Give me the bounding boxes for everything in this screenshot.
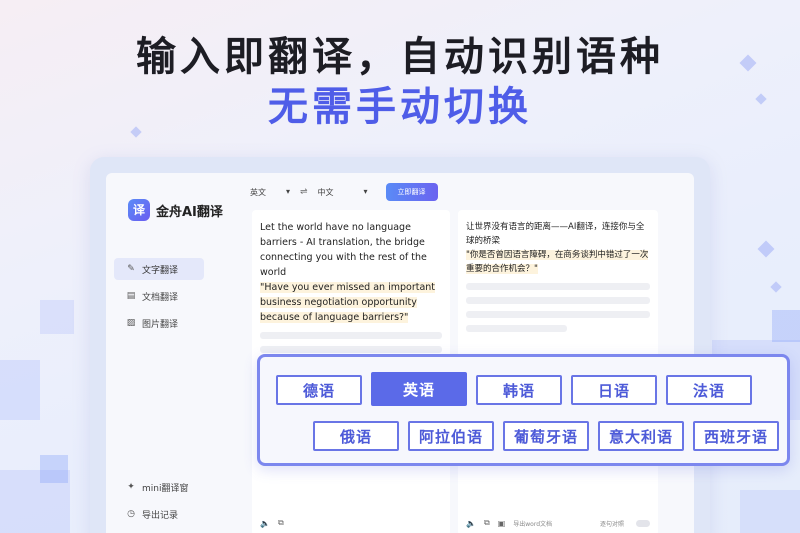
target-text: 让世界没有语言的距离——AI翻译，连接你与全球的桥梁 "你是否曾因语言障碍，在商…	[466, 220, 650, 276]
target-text-plain: 让世界没有语言的距离——AI翻译，连接你与全球的桥梁	[466, 222, 645, 246]
app-window: 译 金舟AI翻译 ✎ 文字翻译 ▤ 文档翻译 ▨ 图片翻译 ✦ mini翻译窗 …	[90, 157, 710, 533]
language-option-italian[interactable]: 意大利语	[598, 421, 684, 451]
image-icon: ▨	[126, 318, 136, 328]
decor-square	[772, 310, 800, 342]
target-text-highlight: "你是否曾因语言障碍，在商务谈判中错过了一次重要的合作机会？"	[466, 250, 649, 274]
source-pane-footer: 🔈 ⧉	[260, 518, 442, 528]
target-language-select[interactable]: 中文 ▾	[318, 187, 368, 198]
speaker-icon[interactable]: 🔈	[260, 519, 270, 528]
sidebar-item-mini-window[interactable]: ✦ mini翻译窗	[114, 476, 204, 498]
text-placeholder-line	[466, 283, 650, 290]
language-option-french[interactable]: 法语	[666, 375, 752, 405]
sidebar-item-text-translate[interactable]: ✎ 文字翻译	[114, 258, 204, 280]
sidebar: 译 金舟AI翻译 ✎ 文字翻译 ▤ 文档翻译 ▨ 图片翻译 ✦ mini翻译窗 …	[106, 173, 236, 533]
sentence-compare-toggle[interactable]	[636, 519, 650, 527]
mini-window-icon: ✦	[127, 482, 135, 492]
language-option-japanese[interactable]: 日语	[571, 375, 657, 405]
sidebar-item-label: 导出记录	[142, 510, 179, 521]
sidebar-item-label: 文档翻译	[142, 292, 179, 303]
translate-toolbar: 英文 ▾ ⇌ 中文 ▾ 立即翻译	[240, 181, 664, 203]
word-document-icon: ▣	[497, 518, 506, 528]
copy-icon[interactable]: ⧉	[278, 518, 284, 528]
sidebar-item-image-translate[interactable]: ▨ 图片翻译	[114, 312, 204, 334]
language-option-korean[interactable]: 韩语	[476, 375, 562, 405]
history-icon: ◷	[127, 509, 135, 519]
decor-square	[0, 360, 40, 420]
app-name: 金舟AI翻译	[156, 204, 223, 220]
subheadline: 无需手动切换	[268, 84, 532, 130]
decor-square	[40, 455, 68, 483]
swap-languages-icon[interactable]: ⇌	[300, 187, 308, 197]
source-text-highlight: "Have you ever missed an important busin…	[260, 282, 436, 323]
copy-icon[interactable]: ⧉	[484, 518, 490, 528]
target-language-value: 中文	[317, 187, 334, 197]
source-language-value: 英文	[250, 187, 266, 197]
language-option-spanish[interactable]: 西班牙语	[693, 421, 779, 451]
text-placeholder-line	[466, 325, 568, 332]
sidebar-item-label: 图片翻译	[142, 319, 179, 330]
language-option-arabic[interactable]: 阿拉伯语	[408, 421, 494, 451]
source-text-plain: Let the world have no language barriers …	[260, 222, 427, 278]
app-frame: 译 金舟AI翻译 ✎ 文字翻译 ▤ 文档翻译 ▨ 图片翻译 ✦ mini翻译窗 …	[106, 173, 694, 533]
language-picker-panel: 德语 英语 韩语 日语 法语 俄语 阿拉伯语 葡萄牙语 意大利语 西班牙语	[257, 354, 790, 466]
text-placeholder-line	[260, 332, 442, 339]
sidebar-item-export-history[interactable]: ◷ 导出记录	[114, 503, 204, 525]
decor-diamond	[757, 240, 775, 258]
language-option-russian[interactable]: 俄语	[313, 421, 399, 451]
text-placeholder-line	[466, 297, 650, 304]
language-option-english[interactable]: 英语	[371, 372, 467, 406]
text-translate-icon: ✎	[127, 264, 135, 274]
translate-now-button[interactable]: 立即翻译	[385, 183, 438, 201]
source-text: Let the world have no language barriers …	[260, 220, 442, 325]
text-placeholder-line	[260, 346, 442, 353]
text-placeholder-line	[466, 311, 650, 318]
chevron-down-icon: ▾	[363, 186, 368, 196]
document-icon: ▤	[126, 291, 136, 301]
sidebar-item-document-translate[interactable]: ▤ 文档翻译	[114, 285, 204, 307]
decor-diamond	[770, 281, 782, 293]
decor-square	[40, 300, 74, 334]
sidebar-item-label: 文字翻译	[142, 265, 179, 276]
export-word-button[interactable]: 导出word文档	[513, 519, 552, 528]
source-language-select[interactable]: 英文 ▾	[240, 187, 290, 198]
speaker-icon[interactable]: 🔈	[466, 519, 476, 528]
logo-icon: 译	[128, 199, 150, 221]
decor-square	[740, 490, 800, 533]
language-option-german[interactable]: 德语	[276, 375, 362, 405]
chevron-down-icon: ▾	[285, 186, 290, 196]
target-pane-footer: 🔈 ⧉ ▣ 导出word文档 逐句对照	[466, 518, 650, 528]
app-logo: 译 金舟AI翻译	[128, 199, 223, 221]
sidebar-item-label: mini翻译窗	[142, 483, 189, 494]
sentence-compare-label: 逐句对照	[599, 520, 624, 528]
language-option-portuguese[interactable]: 葡萄牙语	[503, 421, 589, 451]
